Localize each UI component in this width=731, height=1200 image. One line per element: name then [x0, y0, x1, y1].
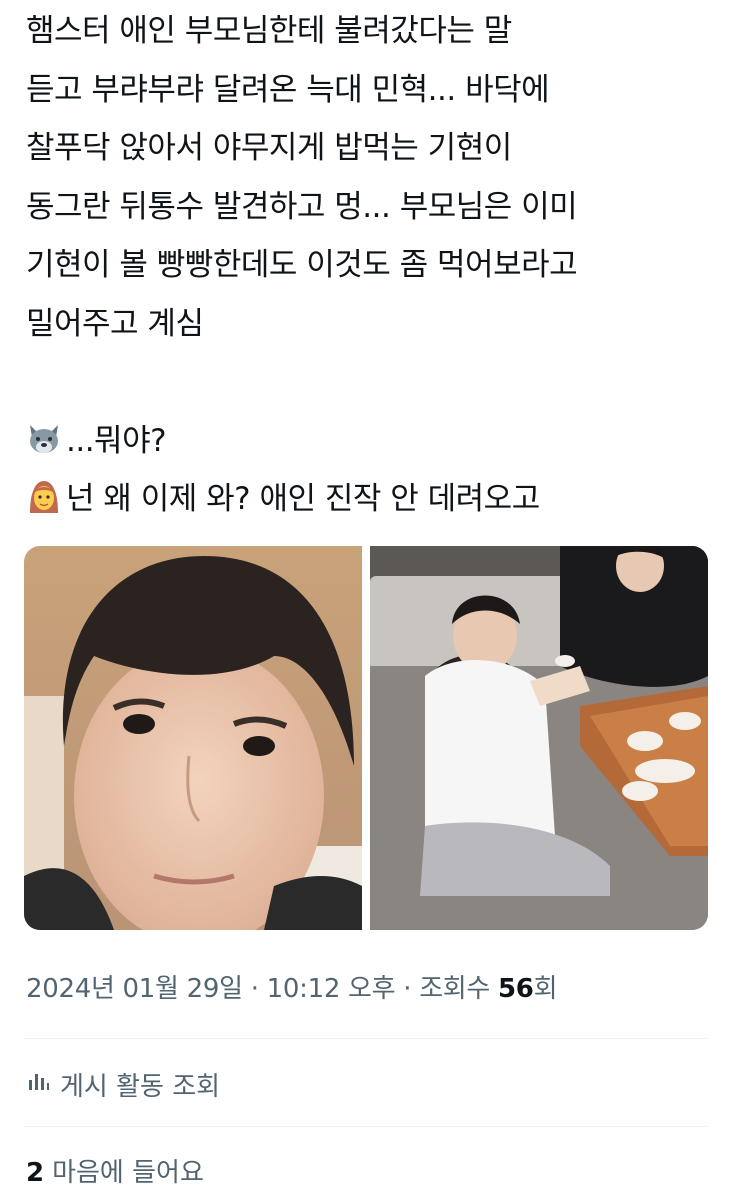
tweet-text: 햄스터 애인 부모님한테 불려갔다는 말 듣고 부랴부랴 달려온 늑대 민혁..…: [26, 2, 716, 529]
dialogue-text: ...뭐야?: [66, 422, 167, 459]
tweet-date[interactable]: 2024년 01월 29일: [26, 974, 243, 1004]
likes-link[interactable]: 2 마음에 들어요: [26, 1152, 204, 1189]
meta-separator: ·: [395, 974, 420, 1004]
tweet-line: 기현이 볼 빵빵한데도 이것도 좀 먹어보라고: [26, 247, 578, 283]
likes-label: 마음에 들어요: [52, 1158, 204, 1188]
tweet-line: 밀어주고 계심: [26, 305, 204, 342]
tweet-line: 동그란 뒤통수 발견하고 멍... 부모님은 이미: [26, 188, 578, 225]
views-suffix: 회: [533, 974, 558, 1004]
photo-selfie[interactable]: [24, 546, 362, 930]
photo-dining[interactable]: [370, 546, 708, 930]
post-activity-link[interactable]: 게시 활동 조회: [26, 1066, 220, 1103]
wolf-emoji-icon: [26, 418, 62, 454]
tweet-line: 찰푸닥 앉아서 야무지게 밥먹는 기현이: [26, 130, 512, 166]
divider: [24, 1126, 708, 1127]
likes-count: 2: [26, 1158, 45, 1188]
tweet-time[interactable]: 10:12 오후: [267, 974, 396, 1004]
media-grid: [24, 546, 708, 930]
dialogue-line-woman: 넌 왜 이제 와? 애인 진작 안 데려오고: [26, 470, 716, 529]
views-label: 조회수: [419, 974, 499, 1004]
tweet-meta: 2024년 01월 29일 · 10:12 오후 · 조회수 56회: [26, 968, 558, 1005]
views-count: 56: [498, 974, 534, 1004]
post-activity-label: 게시 활동 조회: [60, 1072, 221, 1102]
woman-emoji-icon: [26, 476, 62, 513]
meta-separator: ·: [242, 974, 267, 1004]
divider: [24, 1038, 708, 1039]
bar-chart-icon: [26, 1069, 50, 1100]
dialogue-text: 넌 왜 이제 와? 애인 진작 안 데려오고: [66, 481, 540, 517]
tweet-line: 듣고 부랴부랴 달려온 늑대 민혁... 바닥에: [26, 71, 550, 108]
tweet-line: 햄스터 애인 부모님한테 불려갔다는 말: [26, 13, 512, 49]
dialogue-line-wolf: ...뭐야?: [26, 412, 716, 471]
